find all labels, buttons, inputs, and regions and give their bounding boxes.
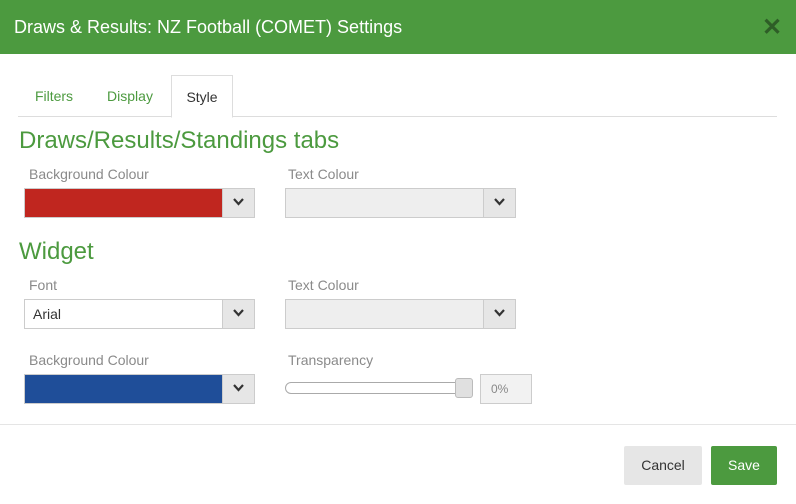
- chevron-down-icon: [233, 198, 244, 206]
- widget-background-colour-swatch: [25, 375, 222, 403]
- tab-style[interactable]: Style: [171, 75, 233, 118]
- font-select-value: Arial: [33, 306, 62, 322]
- transparency-value: 0%: [480, 374, 532, 404]
- tabs-text-colour-select[interactable]: [285, 188, 516, 218]
- widget-background-colour-select[interactable]: [24, 374, 255, 404]
- tabs-text-colour-label: Text Colour: [288, 166, 359, 182]
- widget-text-colour-label: Text Colour: [288, 277, 359, 293]
- font-select[interactable]: Arial: [24, 299, 255, 329]
- tab-filters[interactable]: Filters: [18, 75, 90, 117]
- dropdown-button[interactable]: [483, 300, 515, 328]
- widget-text-colour-select[interactable]: [285, 299, 516, 329]
- footer-divider: [0, 424, 796, 425]
- chevron-down-icon: [233, 309, 244, 317]
- transparency-slider-handle[interactable]: [455, 378, 473, 398]
- dialog-title-bar: Draws & Results: NZ Football (COMET) Set…: [0, 0, 796, 54]
- dropdown-button[interactable]: [222, 189, 254, 217]
- dropdown-button[interactable]: [222, 375, 254, 403]
- tabs-background-colour-swatch: [25, 189, 222, 217]
- chevron-down-icon: [494, 309, 505, 317]
- chevron-down-icon: [233, 384, 244, 392]
- dropdown-button[interactable]: [222, 300, 254, 328]
- cancel-button[interactable]: Cancel: [624, 446, 702, 485]
- tabs-background-colour-label: Background Colour: [29, 166, 149, 182]
- tab-bar: Filters Display Style: [18, 75, 777, 118]
- dropdown-button[interactable]: [483, 189, 515, 217]
- transparency-slider-track[interactable]: [285, 382, 471, 394]
- tabs-background-colour-select[interactable]: [24, 188, 255, 218]
- tabs-section-heading: Draws/Results/Standings tabs: [19, 127, 340, 154]
- dialog-title: Draws & Results: NZ Football (COMET) Set…: [14, 17, 403, 37]
- chevron-down-icon: [494, 198, 505, 206]
- transparency-label: Transparency: [288, 352, 374, 368]
- widget-section-heading: Widget: [19, 238, 94, 265]
- widget-background-colour-label: Background Colour: [29, 352, 149, 368]
- tab-display[interactable]: Display: [96, 75, 164, 117]
- save-button[interactable]: Save: [711, 446, 777, 485]
- close-icon[interactable]: ✕: [760, 16, 784, 40]
- font-label: Font: [29, 277, 58, 293]
